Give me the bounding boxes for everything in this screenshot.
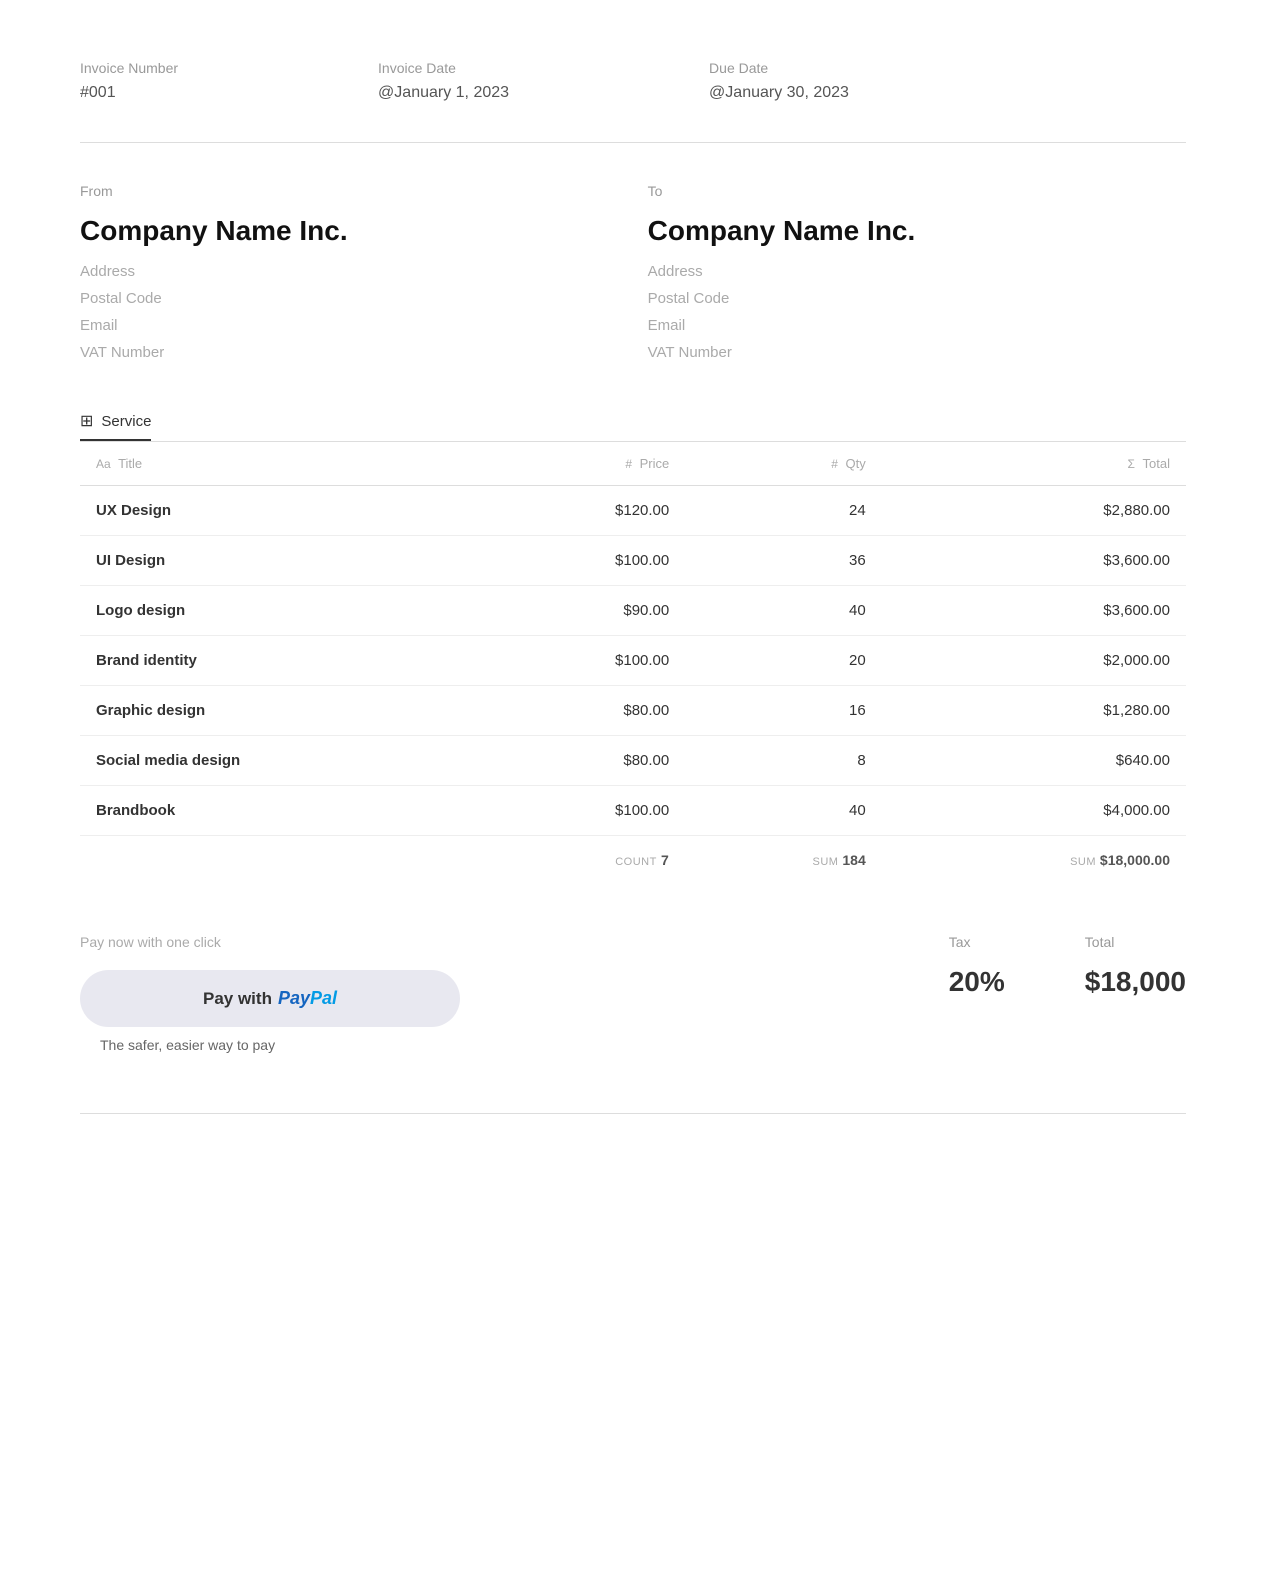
to-address: Address [648, 263, 916, 280]
pay-now-label: Pay now with one click [80, 934, 949, 950]
from-vat: VAT Number [80, 344, 348, 361]
invoice-number-value: #001 [80, 84, 178, 102]
service-tab[interactable]: ⊞ Service [80, 411, 151, 441]
paypal-button-text: Pay with [203, 989, 272, 1009]
from-email: Email [80, 317, 348, 334]
row-title: Logo design [80, 586, 486, 636]
table-row: Graphic design $80.00 16 $1,280.00 [80, 686, 1186, 736]
from-company: Company Name Inc. [80, 215, 348, 247]
paypal-area: Pay now with one click Pay with PayPal T… [80, 934, 949, 1053]
invoice-due-block: Due Date @January 30, 2023 [709, 60, 849, 102]
col-price: # Price [486, 442, 685, 486]
paypal-tagline: The safer, easier way to pay [100, 1037, 949, 1053]
from-postal: Postal Code [80, 290, 348, 307]
row-title: UX Design [80, 486, 486, 536]
table-row: Logo design $90.00 40 $3,600.00 [80, 586, 1186, 636]
row-title: Social media design [80, 736, 486, 786]
row-price: $100.00 [486, 786, 685, 836]
from-label: From [80, 183, 348, 199]
col-total: Σ Total [882, 442, 1186, 486]
invoice-date-block: Invoice Date @January 1, 2023 [378, 60, 509, 102]
table-row: Brandbook $100.00 40 $4,000.00 [80, 786, 1186, 836]
row-total: $1,280.00 [882, 686, 1186, 736]
row-title: Brandbook [80, 786, 486, 836]
sum-total: SUM $18,000.00 [882, 836, 1186, 885]
billing-section: From Company Name Inc. Address Postal Co… [80, 183, 1186, 371]
row-price: $120.00 [486, 486, 685, 536]
bottom-divider [80, 1113, 1186, 1114]
service-tab-label: Service [101, 413, 151, 430]
row-qty: 8 [685, 736, 881, 786]
row-price: $100.00 [486, 536, 685, 586]
row-price: $100.00 [486, 636, 685, 686]
summary-row: COUNT 7 SUM 184 SUM $18,000.00 [80, 836, 1186, 885]
invoice-date-value: @January 1, 2023 [378, 84, 509, 102]
table-row: UX Design $120.00 24 $2,880.00 [80, 486, 1186, 536]
tax-total-area: Tax 20% Total $18,000 [949, 934, 1186, 998]
row-total: $3,600.00 [882, 536, 1186, 586]
row-qty: 24 [685, 486, 881, 536]
tax-block: Tax 20% [949, 934, 1005, 998]
invoice-number-label: Invoice Number [80, 60, 178, 76]
table-row: Brand identity $100.00 20 $2,000.00 [80, 636, 1186, 686]
table-row: Social media design $80.00 8 $640.00 [80, 736, 1186, 786]
tax-value: 20% [949, 966, 1005, 998]
table-row: UI Design $100.00 36 $3,600.00 [80, 536, 1186, 586]
table-icon: ⊞ [80, 411, 93, 431]
total-value: $18,000 [1085, 966, 1186, 998]
row-qty: 40 [685, 586, 881, 636]
to-postal: Postal Code [648, 290, 916, 307]
header-divider [80, 142, 1186, 143]
row-price: $80.00 [486, 686, 685, 736]
service-section: ⊞ Service Aa Title # Price # Qty Σ [80, 411, 1186, 884]
total-block: Total $18,000 [1085, 934, 1186, 998]
row-title: Graphic design [80, 686, 486, 736]
col-qty: # Qty [685, 442, 881, 486]
service-table: Aa Title # Price # Qty Σ Total UX Desig [80, 441, 1186, 884]
paypal-button[interactable]: Pay with PayPal [80, 970, 460, 1027]
invoice-date-label: Invoice Date [378, 60, 509, 76]
to-company: Company Name Inc. [648, 215, 916, 247]
row-title: UI Design [80, 536, 486, 586]
row-total: $4,000.00 [882, 786, 1186, 836]
invoice-header: Invoice Number #001 Invoice Date @Januar… [80, 60, 1186, 102]
to-email: Email [648, 317, 916, 334]
row-price: $80.00 [486, 736, 685, 786]
tax-label: Tax [949, 934, 1005, 950]
row-qty: 20 [685, 636, 881, 686]
row-qty: 16 [685, 686, 881, 736]
row-qty: 36 [685, 536, 881, 586]
from-block: From Company Name Inc. Address Postal Co… [80, 183, 348, 371]
row-total: $640.00 [882, 736, 1186, 786]
from-address: Address [80, 263, 348, 280]
row-total: $2,880.00 [882, 486, 1186, 536]
paypal-logo-pay: Pay [278, 988, 310, 1008]
row-title: Brand identity [80, 636, 486, 686]
payment-section: Pay now with one click Pay with PayPal T… [80, 934, 1186, 1053]
paypal-logo: PayPal [278, 988, 337, 1009]
col-title: Aa Title [80, 442, 486, 486]
to-vat: VAT Number [648, 344, 916, 361]
paypal-logo-pal: Pal [310, 988, 337, 1008]
invoice-due-label: Due Date [709, 60, 849, 76]
row-price: $90.00 [486, 586, 685, 636]
to-block: To Company Name Inc. Address Postal Code… [648, 183, 916, 371]
total-label: Total [1085, 934, 1186, 950]
invoice-due-value: @January 30, 2023 [709, 84, 849, 102]
invoice-number-block: Invoice Number #001 [80, 60, 178, 102]
row-total: $2,000.00 [882, 636, 1186, 686]
row-qty: 40 [685, 786, 881, 836]
row-total: $3,600.00 [882, 586, 1186, 636]
to-label: To [648, 183, 916, 199]
sum-qty: SUM 184 [685, 836, 881, 885]
count-label: COUNT 7 [486, 836, 685, 885]
table-header-row: Aa Title # Price # Qty Σ Total [80, 442, 1186, 486]
